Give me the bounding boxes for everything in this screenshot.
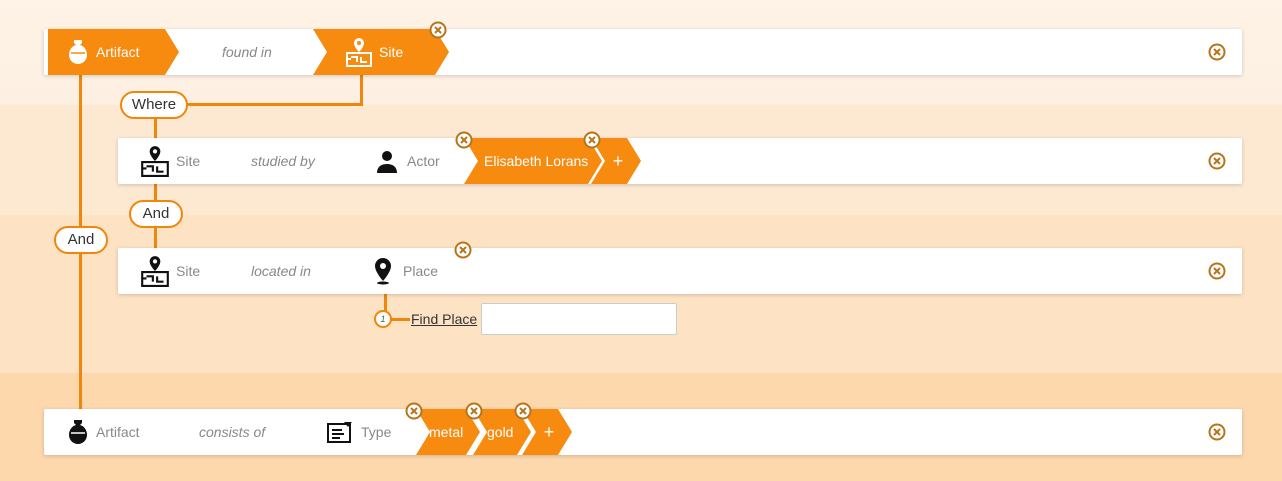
predicate-located-in[interactable]: located in [251, 248, 311, 294]
query-row-site-located-in-place: Site located in Place [118, 241, 1242, 294]
value-chip-elisabeth-lorans[interactable]: Elisabeth Lorans [464, 138, 602, 184]
predicate-found-in[interactable]: found in [222, 29, 272, 75]
subject-label: Site [176, 153, 201, 169]
value-label: metal [429, 424, 464, 440]
and-connector-outer[interactable]: And [54, 226, 108, 254]
remove-value-icon[interactable] [514, 402, 532, 420]
query-row-artifact-found-in-site: Artifact found in Site [44, 21, 1242, 75]
object-place[interactable]: Place [373, 248, 438, 294]
subject-site[interactable]: Site [140, 138, 200, 184]
vase-icon [66, 419, 90, 445]
band-level-3 [0, 215, 1282, 373]
map-pin-icon [373, 257, 393, 285]
subject-site[interactable]: Site [140, 248, 200, 294]
value-label: gold [487, 424, 514, 440]
plus-icon: + [543, 421, 555, 442]
delete-row-icon[interactable] [1208, 423, 1226, 441]
remove-object-icon[interactable] [455, 131, 473, 149]
connector-line-where-up [360, 74, 363, 106]
remove-value-icon[interactable] [465, 402, 483, 420]
query-row-site-studied-by-actor: Site studied by Actor Elisabeth Lorans + [118, 131, 1242, 184]
subject-label: Site [176, 263, 201, 279]
find-step-number: 1 [374, 310, 392, 328]
vase-icon [66, 39, 90, 65]
type-list-icon [327, 421, 353, 443]
delete-row-icon[interactable] [1208, 43, 1226, 61]
predicate-consists-of[interactable]: consists of [199, 409, 265, 455]
subject-label: Artifact [96, 44, 140, 60]
person-icon [375, 149, 399, 173]
object-label: Place [403, 263, 439, 279]
plus-icon: + [612, 150, 624, 171]
remove-object-icon[interactable] [429, 21, 447, 39]
remove-object-icon[interactable] [454, 241, 472, 259]
object-actor[interactable]: Actor [375, 138, 440, 184]
delete-row-icon[interactable] [1208, 262, 1226, 280]
site-map-icon [140, 255, 170, 287]
object-type[interactable]: Type [327, 409, 391, 455]
object-label: Site [379, 44, 404, 60]
and-connector-inner[interactable]: And [129, 200, 183, 228]
object-label: Type [361, 424, 392, 440]
subject-label: Artifact [96, 424, 140, 440]
remove-object-icon[interactable] [405, 402, 423, 420]
query-row-artifact-consists-of-type: Artifact consists of Type metal gold + [44, 402, 1242, 455]
value-label: Elisabeth Lorans [484, 153, 589, 169]
object-label: Actor [407, 153, 440, 169]
subject-artifact[interactable]: Artifact [66, 409, 140, 455]
site-map-icon [345, 37, 373, 67]
where-connector[interactable]: Where [120, 91, 188, 119]
connector-line-find-h [390, 318, 410, 321]
predicate-studied-by[interactable]: studied by [251, 138, 315, 184]
remove-value-icon[interactable] [583, 131, 601, 149]
delete-row-icon[interactable] [1208, 152, 1226, 170]
site-map-icon [140, 145, 170, 177]
subject-chip-artifact[interactable]: Artifact [48, 29, 179, 75]
find-place-link[interactable]: Find Place [411, 311, 477, 327]
find-place-input[interactable] [481, 303, 677, 335]
